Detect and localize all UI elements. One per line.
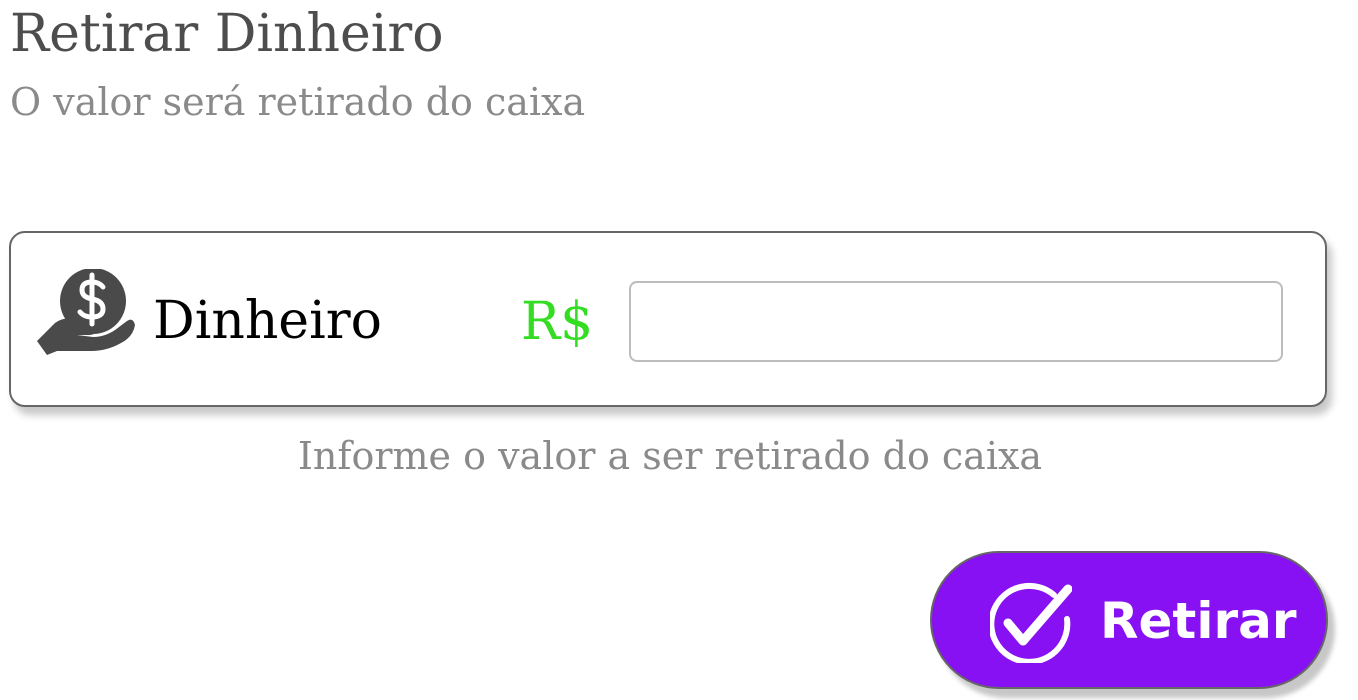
page-subtitle: O valor será retirado do caixa	[10, 80, 586, 124]
money-hand-icon	[37, 269, 135, 355]
currency-symbol: R$	[521, 292, 594, 352]
amount-input[interactable]	[629, 281, 1283, 362]
payment-method-label: Dinheiro	[153, 291, 382, 351]
check-circle-icon	[990, 582, 1072, 663]
retirar-button-label: Retirar	[1100, 592, 1297, 650]
amount-hint: Informe o valor a ser retirado do caixa	[297, 434, 1043, 478]
page-title: Retirar Dinheiro	[10, 4, 444, 64]
cash-amount-card: Dinheiro R$	[9, 231, 1327, 407]
retirar-button[interactable]: Retirar	[930, 551, 1328, 689]
